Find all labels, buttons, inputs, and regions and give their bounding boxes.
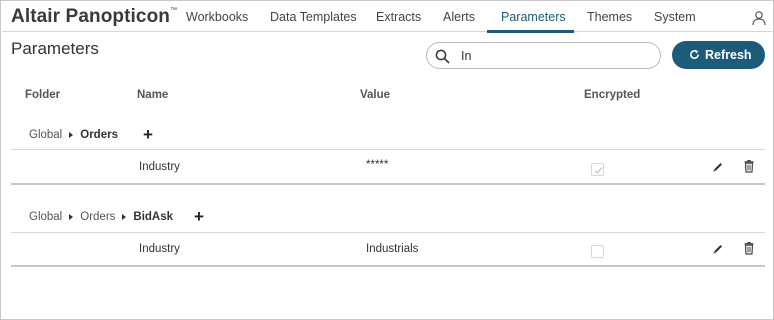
folder-path-global-orders-bidask: Global Orders BidAsk	[29, 211, 173, 223]
search-icon	[435, 49, 450, 64]
parameter-name: Industry	[139, 161, 180, 173]
caret-right-icon	[69, 132, 74, 138]
active-tab-indicator	[487, 30, 574, 33]
nav-extracts[interactable]: Extracts	[376, 10, 421, 24]
parameter-value: Industrials	[366, 243, 419, 255]
folder-path-global-orders: Global Orders	[29, 129, 118, 141]
search-input[interactable]	[461, 47, 651, 65]
folder-segment[interactable]: Orders	[80, 129, 118, 141]
divider	[11, 265, 765, 267]
nav-alerts[interactable]: Alerts	[443, 10, 475, 24]
top-navigation-bar: Altair Panopticon™ Workbooks Data Templa…	[2, 2, 774, 33]
parameter-value: *****	[366, 159, 389, 171]
caret-right-icon	[69, 214, 74, 220]
folder-segment[interactable]: Global	[29, 211, 62, 223]
trash-icon[interactable]	[742, 241, 756, 255]
app-window: Altair Panopticon™ Workbooks Data Templa…	[0, 0, 774, 320]
column-header-encrypted[interactable]: Encrypted	[584, 89, 640, 101]
refresh-icon	[690, 49, 699, 59]
encrypted-checkbox[interactable]	[591, 245, 604, 258]
nav-data-templates[interactable]: Data Templates	[270, 10, 357, 24]
add-parameter-button[interactable]: +	[194, 208, 204, 225]
folder-segment[interactable]: Global	[29, 129, 62, 141]
edit-pencil-icon[interactable]	[711, 242, 725, 256]
nav-system[interactable]: System	[654, 10, 696, 24]
column-header-value[interactable]: Value	[360, 89, 390, 101]
brand-logo: Altair Panopticon™	[11, 6, 178, 27]
column-header-name[interactable]: Name	[137, 89, 168, 101]
encrypted-checkbox[interactable]	[591, 163, 604, 176]
divider	[11, 149, 765, 150]
nav-parameters[interactable]: Parameters	[501, 10, 566, 24]
search-box[interactable]	[426, 42, 661, 69]
trash-icon[interactable]	[742, 159, 756, 173]
refresh-label: Refresh	[705, 48, 752, 62]
page-title: Parameters	[11, 39, 99, 58]
caret-right-icon	[122, 214, 127, 220]
user-icon[interactable]	[751, 10, 767, 26]
add-parameter-button[interactable]: +	[143, 126, 153, 143]
folder-segment[interactable]: Orders	[80, 211, 115, 223]
nav-themes[interactable]: Themes	[587, 10, 632, 24]
divider	[11, 232, 765, 233]
refresh-button[interactable]: Refresh	[672, 41, 765, 69]
divider	[11, 183, 765, 185]
folder-segment[interactable]: BidAsk	[133, 211, 173, 223]
column-header-folder[interactable]: Folder	[25, 89, 60, 101]
check-icon	[594, 167, 603, 175]
edit-pencil-icon[interactable]	[711, 160, 725, 174]
nav-workbooks[interactable]: Workbooks	[186, 10, 248, 24]
parameter-name: Industry	[139, 243, 180, 255]
